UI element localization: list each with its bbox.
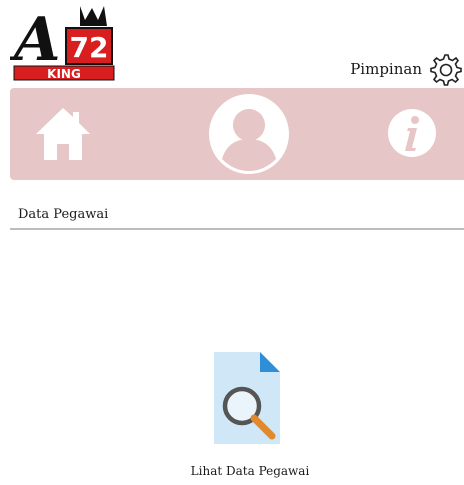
gear-icon[interactable]: [428, 52, 462, 86]
home-icon[interactable]: [34, 106, 92, 162]
header: A 72 KING Pimpinan: [0, 0, 464, 88]
nav-bar: [10, 88, 464, 180]
app-page: A 72 KING Pimpinan Data Pegawai Lihat Da…: [0, 0, 464, 485]
section-divider: [10, 228, 464, 230]
document-search-icon: [214, 352, 280, 444]
info-icon[interactable]: [387, 108, 437, 158]
svg-text:A: A: [10, 5, 61, 75]
user-avatar-icon[interactable]: [208, 93, 290, 175]
user-role-label: Pimpinan: [350, 60, 422, 78]
view-employee-data-button[interactable]: Lihat Data Pegawai: [0, 345, 464, 485]
svg-text:KING: KING: [47, 67, 81, 81]
view-employee-data-label: Lihat Data Pegawai: [190, 464, 310, 478]
brand-logo: A 72 KING: [10, 5, 115, 81]
section-title: Data Pegawai: [18, 207, 109, 222]
svg-text:72: 72: [70, 31, 109, 64]
